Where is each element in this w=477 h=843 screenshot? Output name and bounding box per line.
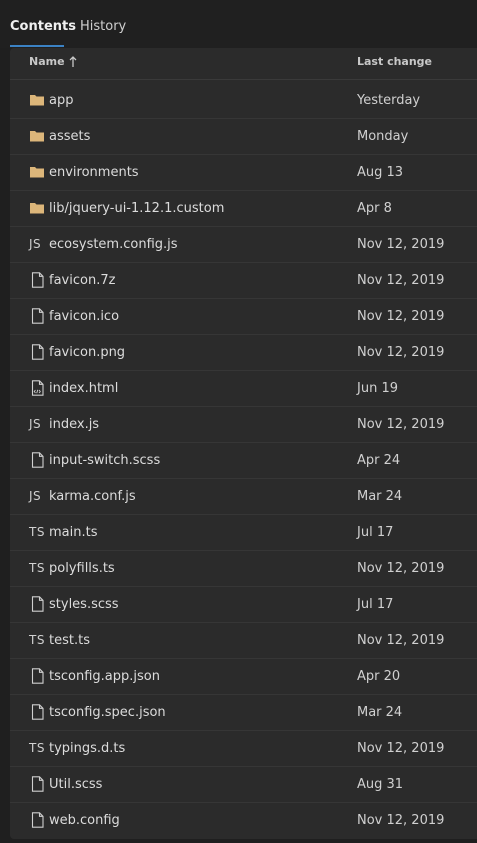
last-change-date: Mar 24	[357, 705, 403, 720]
sort-up-arrow-icon	[69, 56, 77, 68]
file-name[interactable]: favicon.png	[49, 345, 125, 361]
table-row[interactable]: tsconfig.app.json Apr 20	[10, 659, 477, 695]
file-browser: Contents History Name Last change app Yes…	[0, 0, 477, 843]
table-row[interactable]: TS test.ts Nov 12, 2019	[10, 623, 477, 659]
table-row[interactable]: web.config Nov 12, 2019	[10, 803, 477, 839]
last-change-date: Nov 12, 2019	[357, 345, 445, 360]
file-name[interactable]: input-switch.scss	[49, 453, 160, 469]
file-name[interactable]: tsconfig.app.json	[49, 669, 160, 685]
active-tab-indicator	[10, 45, 64, 47]
folder-icon	[29, 200, 45, 216]
file-name[interactable]: index.html	[49, 381, 118, 397]
column-header-last-change[interactable]: Last change	[357, 55, 432, 69]
file-name[interactable]: tsconfig.spec.json	[49, 705, 166, 721]
folder-icon	[29, 92, 45, 108]
table-row[interactable]: Util.scss Aug 31	[10, 767, 477, 803]
table-row[interactable]: lib/jquery-ui-1.12.1.custom Apr 8	[10, 191, 477, 227]
last-change-date: Nov 12, 2019	[357, 273, 445, 288]
ts-file-icon: TS	[29, 741, 45, 755]
last-change-date: Jul 17	[357, 597, 394, 612]
table-row[interactable]: index.html Jun 19	[10, 371, 477, 407]
file-icon	[29, 452, 45, 468]
last-change-date: Nov 12, 2019	[357, 813, 445, 828]
file-icon	[29, 272, 45, 288]
table-row[interactable]: JS karma.conf.js Mar 24	[10, 479, 477, 515]
file-name[interactable]: karma.conf.js	[49, 489, 136, 505]
file-name[interactable]: styles.scss	[49, 597, 119, 613]
last-change-date: Mar 24	[357, 489, 403, 504]
table-row[interactable]: JS ecosystem.config.js Nov 12, 2019	[10, 227, 477, 263]
file-name[interactable]: typings.d.ts	[49, 741, 125, 757]
file-name[interactable]: main.ts	[49, 525, 97, 541]
tab-contents[interactable]: Contents	[10, 18, 76, 36]
file-name[interactable]: favicon.ico	[49, 309, 119, 325]
file-icon	[29, 596, 45, 612]
table-row[interactable]: TS typings.d.ts Nov 12, 2019	[10, 731, 477, 767]
last-change-date: Yesterday	[357, 93, 421, 108]
last-change-date: Jun 19	[357, 381, 398, 396]
table-row[interactable]: TS polyfills.ts Nov 12, 2019	[10, 551, 477, 587]
file-list: app Yesterday assets Monday environments Aug …	[10, 83, 477, 839]
file-icon	[29, 776, 45, 792]
last-change-date: Aug 31	[357, 777, 404, 792]
folder-icon	[29, 128, 45, 144]
last-change-date: Nov 12, 2019	[357, 633, 445, 648]
file-name[interactable]: assets	[49, 129, 90, 145]
file-list-panel: Name Last change app Yesterday assets Monda…	[10, 48, 477, 839]
last-change-date: Apr 24	[357, 453, 401, 468]
file-name[interactable]: web.config	[49, 813, 120, 829]
table-header: Name Last change	[10, 48, 477, 80]
last-change-date: Apr 20	[357, 669, 401, 684]
file-name[interactable]: lib/jquery-ui-1.12.1.custom	[49, 201, 224, 217]
file-icon	[29, 668, 45, 684]
last-change-date: Monday	[357, 129, 409, 144]
table-row[interactable]: app Yesterday	[10, 83, 477, 119]
table-row[interactable]: assets Monday	[10, 119, 477, 155]
file-name[interactable]: Util.scss	[49, 777, 102, 793]
table-row[interactable]: tsconfig.spec.json Mar 24	[10, 695, 477, 731]
js-file-icon: JS	[29, 417, 42, 431]
ts-file-icon: TS	[29, 633, 45, 647]
last-change-date: Nov 12, 2019	[357, 417, 445, 432]
folder-icon	[29, 164, 45, 180]
file-name[interactable]: ecosystem.config.js	[49, 237, 178, 253]
table-row[interactable]: TS main.ts Jul 17	[10, 515, 477, 551]
file-icon	[29, 812, 45, 828]
file-name[interactable]: index.js	[49, 417, 99, 433]
last-change-date: Jul 17	[357, 525, 394, 540]
ts-file-icon: TS	[29, 525, 45, 539]
tab-bar: Contents History	[0, 0, 477, 48]
table-row[interactable]: environments Aug 13	[10, 155, 477, 191]
last-change-date: Apr 8	[357, 201, 392, 216]
table-row[interactable]: favicon.png Nov 12, 2019	[10, 335, 477, 371]
table-row[interactable]: favicon.ico Nov 12, 2019	[10, 299, 477, 335]
last-change-date: Nov 12, 2019	[357, 309, 445, 324]
table-row[interactable]: input-switch.scss Apr 24	[10, 443, 477, 479]
file-icon	[29, 344, 45, 360]
js-file-icon: JS	[29, 237, 42, 251]
column-header-last-change-label: Last change	[357, 55, 433, 68]
last-change-date: Nov 12, 2019	[357, 741, 445, 756]
file-name[interactable]: app	[49, 93, 73, 109]
file-name[interactable]: polyfills.ts	[49, 561, 115, 577]
column-header-name[interactable]: Name	[29, 55, 77, 69]
last-change-date: Nov 12, 2019	[357, 561, 445, 576]
last-change-date: Aug 13	[357, 165, 404, 180]
js-file-icon: JS	[29, 489, 42, 503]
ts-file-icon: TS	[29, 561, 45, 575]
tab-history[interactable]: History	[80, 18, 126, 36]
file-icon	[29, 704, 45, 720]
last-change-date: Nov 12, 2019	[357, 237, 445, 252]
file-icon	[29, 308, 45, 324]
file-name[interactable]: favicon.7z	[49, 273, 115, 289]
file-name[interactable]: test.ts	[49, 633, 90, 649]
column-header-name-label: Name	[29, 55, 65, 68]
table-row[interactable]: styles.scss Jul 17	[10, 587, 477, 623]
file-name[interactable]: environments	[49, 165, 139, 181]
table-row[interactable]: JS index.js Nov 12, 2019	[10, 407, 477, 443]
html-file-icon	[29, 380, 45, 396]
table-row[interactable]: favicon.7z Nov 12, 2019	[10, 263, 477, 299]
